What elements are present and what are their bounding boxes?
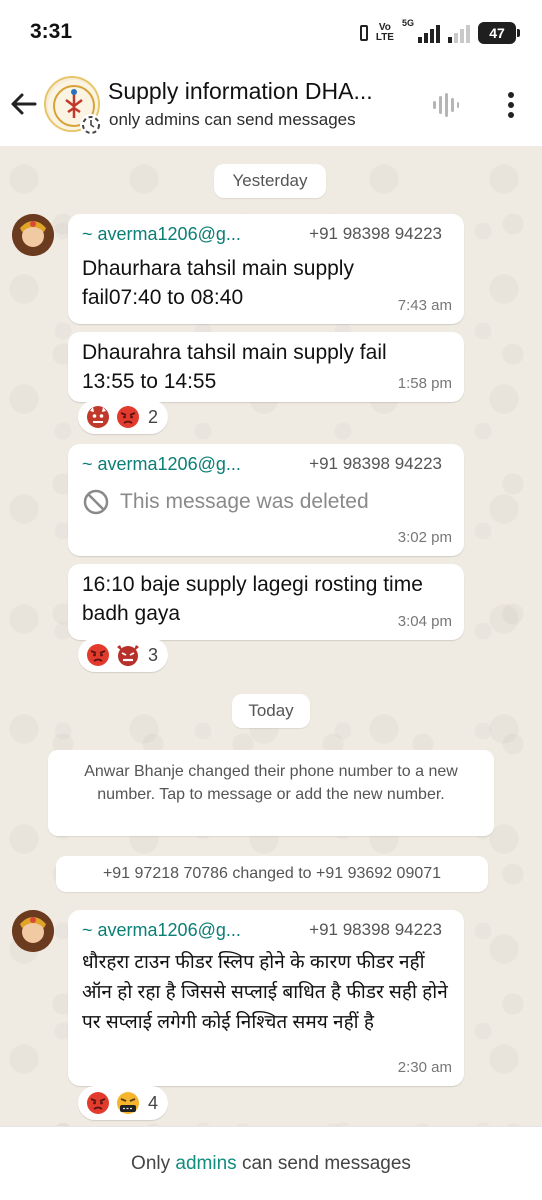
sender-avatar[interactable]: [12, 214, 54, 256]
sender-phone: +91 98398 94223: [309, 920, 442, 939]
status-icons: Vo LTE 5G 47: [359, 18, 520, 48]
date-chip-yesterday: Yesterday: [214, 164, 326, 198]
sender-phone: +91 98398 94223: [309, 454, 442, 473]
chat-subtitle: only admins can send messages: [109, 110, 356, 129]
message-text: Dhaurahra tahsil main supply fail 13:55 …: [82, 341, 387, 393]
battery-icon: 47: [478, 22, 520, 44]
message-time: 2:30 am: [397, 1059, 452, 1076]
goblin-emoji-icon: [116, 643, 140, 667]
network-type-label: 5G: [401, 18, 414, 28]
more-vertical-icon: [508, 92, 514, 118]
more-options-button[interactable]: [496, 88, 526, 122]
status-bar: 3:31 Vo LTE 5G 47: [0, 0, 542, 64]
angry-face-emoji-icon: [116, 405, 140, 429]
message-time: 3:04 pm: [397, 613, 452, 630]
angry-face-emoji-icon: [86, 643, 110, 667]
battery-level: 47: [489, 25, 505, 41]
message-time: 3:02 pm: [397, 529, 452, 546]
volte-icon: Vo LTE: [375, 22, 394, 43]
sender-name[interactable]: ~ averma1206@g...: [82, 920, 241, 941]
reactions-pill[interactable]: 2: [78, 400, 169, 434]
message-text: 16:10 baje supply lagegi rosting time ba…: [82, 573, 423, 625]
message-text: Dhaurhara tahsil main supply fail07:40 t…: [82, 257, 354, 309]
admin-only-notice: Only admins can send messages: [0, 1153, 542, 1175]
date-chip-today: Today: [232, 694, 310, 728]
arrow-left-icon: [11, 93, 37, 115]
message-bubble[interactable]: ~ averma1206@g... +91 98398 94223 This m…: [68, 444, 464, 556]
message-text: धौरहरा टाउन फीडर स्लिप होने के कारण फीडर…: [82, 952, 448, 1033]
admins-link[interactable]: admins: [175, 1153, 236, 1174]
admin-only-footer: Only admins can send messages: [0, 1126, 542, 1200]
message-bubble[interactable]: ~ averma1206@g... +91 98398 94223 धौरहरा…: [68, 910, 464, 1086]
chat-area[interactable]: Yesterday ~ averma1206@g... +91 98398 94…: [0, 146, 542, 1126]
message-time: 7:43 am: [397, 297, 452, 314]
deleted-message-row: This message was deleted: [82, 488, 369, 516]
signal-icon: [418, 23, 440, 43]
reactions-pill[interactable]: 4: [78, 1086, 169, 1120]
message-bubble[interactable]: 16:10 baje supply lagegi rosting time ba…: [68, 564, 464, 640]
sender-name[interactable]: ~ averma1206@g...: [82, 224, 241, 245]
reaction-count: 4: [148, 1092, 159, 1113]
chat-title[interactable]: Supply information DHA...: [108, 78, 408, 105]
sender-name[interactable]: ~ averma1206@g...: [82, 454, 241, 475]
sender-phone: +91 98398 94223: [309, 224, 442, 243]
signal-secondary-icon: [448, 23, 470, 43]
system-message[interactable]: Anwar Bhanje changed their phone number …: [48, 750, 494, 836]
message-time: 1:58 pm: [397, 375, 452, 392]
system-message[interactable]: +91 97218 70786 changed to +91 93692 090…: [56, 856, 488, 892]
sender-avatar[interactable]: [12, 910, 54, 952]
status-ring-icon: [80, 114, 102, 136]
footer-suffix: can send messages: [241, 1153, 411, 1174]
deleted-message-text: This message was deleted: [120, 490, 369, 513]
back-button[interactable]: [6, 86, 42, 122]
cursing-face-emoji-icon: [116, 1091, 140, 1115]
blocked-icon: [83, 489, 109, 515]
reactions-pill[interactable]: 3: [78, 638, 169, 672]
vibrate-icon: [359, 25, 368, 41]
voice-chat-icon[interactable]: [430, 90, 460, 120]
footer-prefix: Only: [131, 1153, 171, 1174]
message-bubble[interactable]: Dhaurahra tahsil main supply fail 13:55 …: [68, 332, 464, 402]
reaction-count: 2: [148, 406, 159, 427]
angry-face-emoji-icon: [86, 1091, 110, 1115]
chat-header: Supply information DHA... only admins ca…: [0, 64, 542, 146]
reaction-count: 3: [148, 644, 159, 665]
ogre-emoji-icon: [86, 405, 110, 429]
message-bubble[interactable]: ~ averma1206@g... +91 98398 94223 Dhaurh…: [68, 214, 464, 324]
status-time: 3:31: [30, 20, 73, 43]
